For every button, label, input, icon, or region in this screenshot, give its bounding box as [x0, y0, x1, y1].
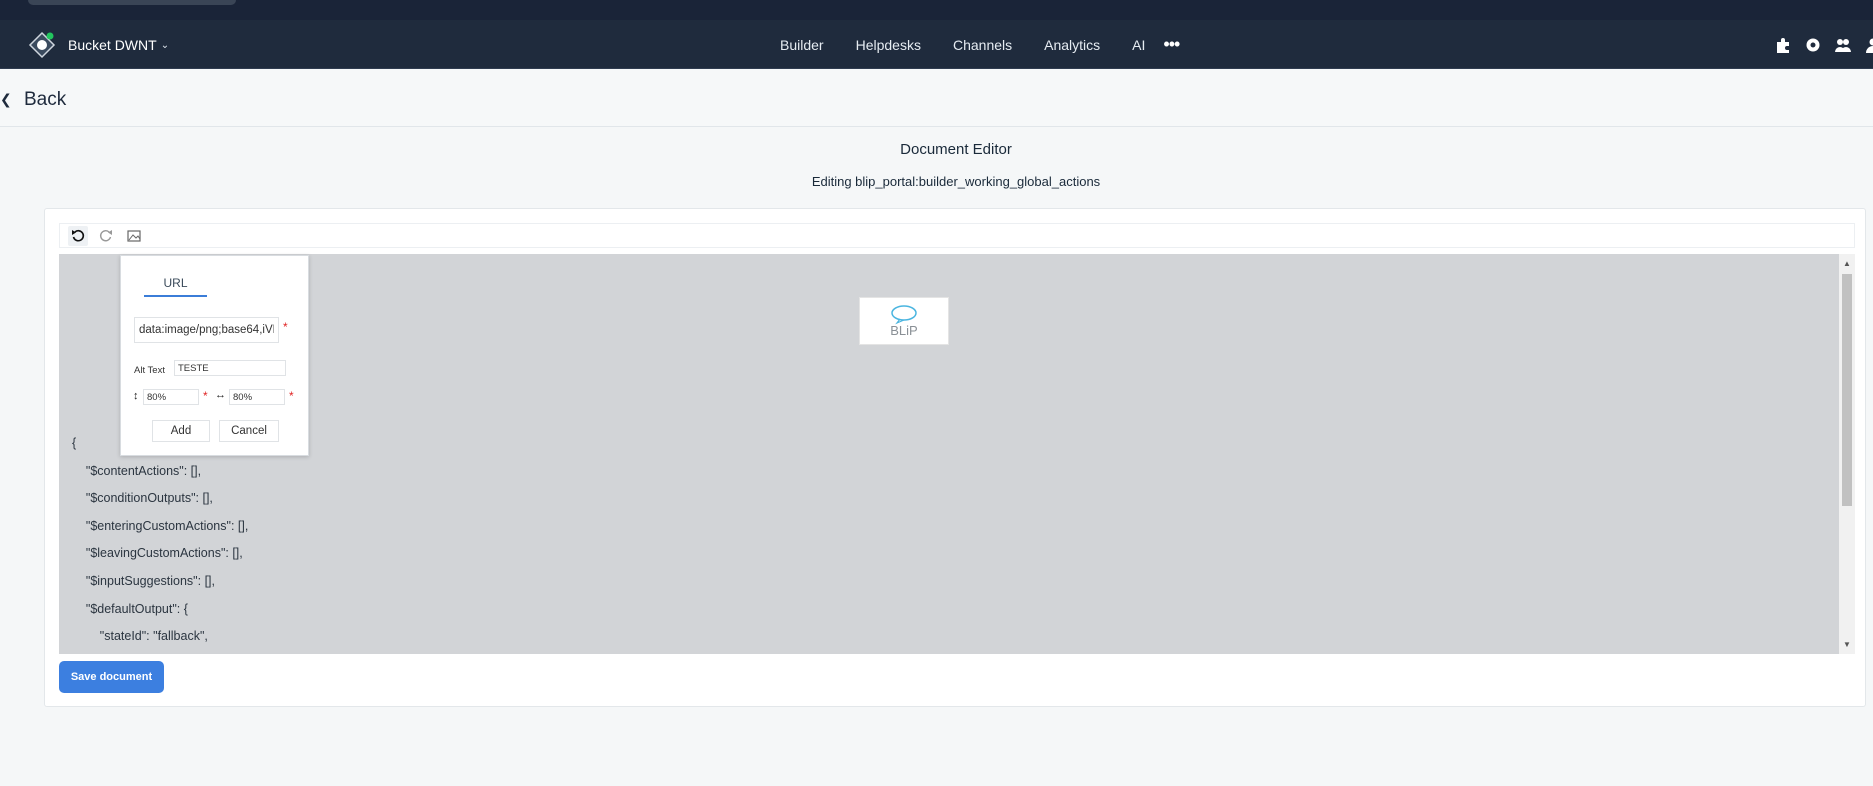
scroll-down-icon[interactable]: ▼ — [1843, 640, 1851, 649]
user-icon[interactable] — [1864, 36, 1873, 54]
nav-analytics[interactable]: Analytics — [1044, 37, 1100, 53]
code-line: "$contentActions": [], — [72, 463, 202, 478]
top-strip — [0, 0, 1873, 20]
puzzle-icon[interactable] — [1774, 36, 1792, 54]
top-strip-tab — [28, 0, 236, 5]
width-arrows-icon: ↔ — [215, 389, 226, 401]
image-url-input[interactable] — [134, 317, 279, 343]
team-icon[interactable] — [1834, 36, 1852, 54]
cancel-button[interactable]: Cancel — [219, 420, 279, 442]
insert-image-popup: URL * Alt Text ↕ * ↔ * Add Cancel — [120, 255, 309, 456]
editor-scrollbar[interactable]: ▲ ▼ — [1839, 254, 1855, 654]
page-title: Document Editor — [900, 141, 1012, 158]
image-height-input[interactable] — [143, 389, 199, 405]
chevron-left-icon[interactable]: ❮ — [0, 91, 12, 108]
code-line: "$enteringCustomActions": [], — [72, 518, 249, 533]
bot-selector[interactable]: Bucket DWNT ⌄ — [68, 37, 169, 53]
page-subtitle: Editing blip_portal:builder_working_glob… — [811, 174, 1101, 189]
code-line: "$defaultOutput": { — [72, 601, 188, 616]
scrollbar-thumb[interactable] — [1842, 274, 1852, 506]
bot-name: Bucket DWNT — [68, 37, 157, 53]
document-editor-area[interactable]: BLiP { "$contentActions": [], "$conditio… — [59, 254, 1855, 654]
undo-icon[interactable] — [68, 225, 88, 246]
back-link[interactable]: Back — [24, 89, 66, 111]
redo-icon[interactable] — [96, 226, 116, 246]
save-document-button[interactable]: Save document — [59, 661, 164, 693]
image-width-input[interactable] — [229, 389, 285, 405]
json-content[interactable]: { "$contentActions": [], "$conditionOutp… — [72, 430, 248, 651]
scroll-up-icon[interactable]: ▲ — [1843, 259, 1851, 268]
nav-channels[interactable]: Channels — [953, 37, 1012, 53]
chevron-down-icon: ⌄ — [160, 39, 170, 51]
gear-icon[interactable] — [1804, 36, 1822, 54]
main-nav: Builder Helpdesks Channels Analytics AI … — [780, 20, 1180, 69]
nav-builder[interactable]: Builder — [780, 37, 824, 53]
alt-text-label: Alt Text — [134, 365, 165, 376]
editor-card: BLiP { "$contentActions": [], "$conditio… — [44, 208, 1866, 707]
navbar: Bucket DWNT ⌄ Builder Helpdesks Channels… — [0, 20, 1873, 69]
add-image-button[interactable]: Add — [152, 420, 210, 442]
code-line: "stateId": "fallback", — [72, 629, 208, 644]
blip-image-text: BLiP — [890, 323, 917, 338]
height-arrows-icon: ↕ — [133, 390, 139, 402]
code-line: "$inputSuggestions": [], — [72, 573, 215, 588]
nav-ai[interactable]: AI — [1132, 37, 1145, 53]
code-line: "$leavingCustomActions": [], — [72, 546, 243, 561]
blip-logo-icon[interactable] — [28, 31, 56, 59]
code-line: "$conditionOutputs": [], — [72, 491, 213, 506]
nav-helpdesks[interactable]: Helpdesks — [856, 37, 921, 53]
required-mark: * — [203, 389, 208, 403]
required-mark: * — [289, 389, 294, 403]
nav-icons — [1774, 36, 1873, 54]
alt-text-input[interactable] — [174, 360, 286, 376]
back-bar: ❮ Back — [0, 69, 1873, 127]
image-icon[interactable] — [124, 226, 144, 246]
editor-toolbar — [59, 223, 1855, 248]
inserted-image[interactable]: BLiP — [859, 297, 949, 345]
more-icon[interactable]: ••• — [1163, 34, 1180, 55]
required-mark: * — [283, 320, 288, 334]
tab-url[interactable]: URL — [144, 276, 207, 297]
